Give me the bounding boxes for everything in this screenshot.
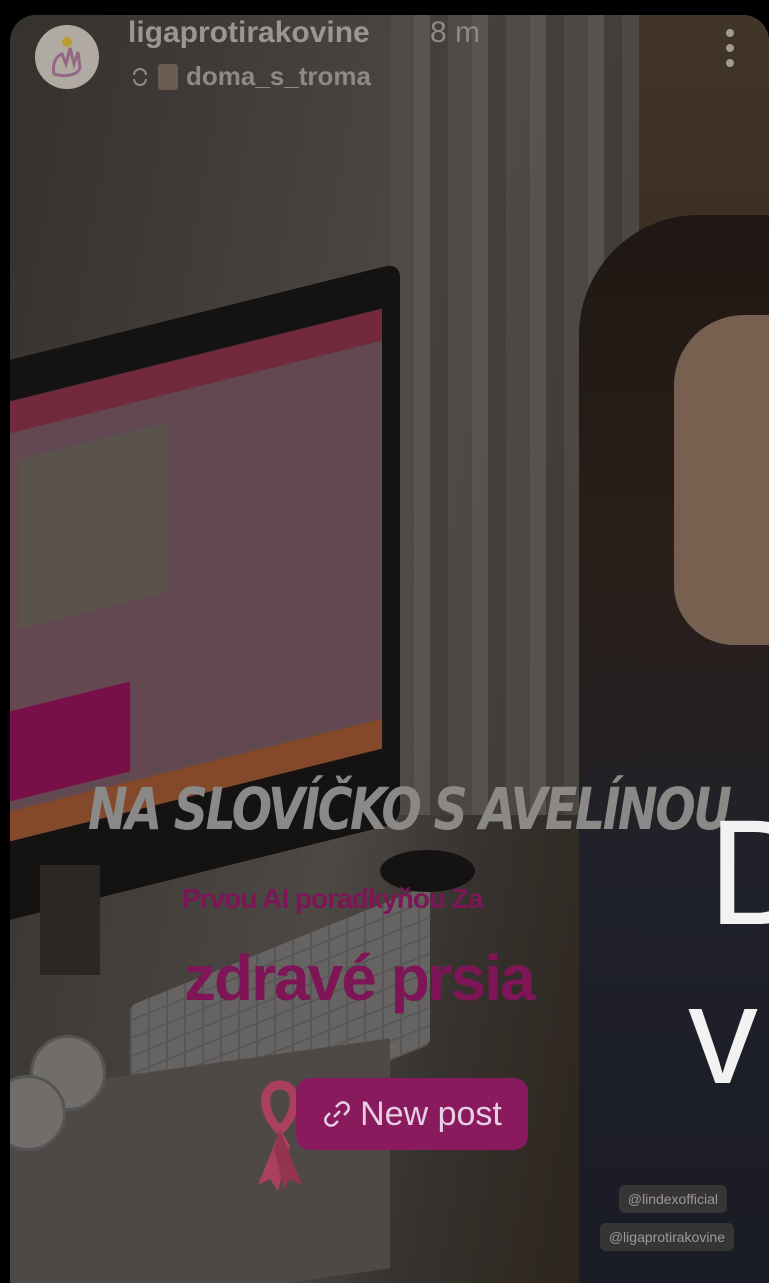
- story-headline: NA SLOVÍČKO S AVELÍNOU: [88, 775, 732, 843]
- cropped-caption-letter: D: [708, 788, 769, 956]
- repost-avatar: [158, 63, 178, 90]
- story-subtitle-line1: Prvou AI poradkyňou Za: [182, 883, 484, 914]
- hand-logo-icon: [52, 37, 82, 78]
- mention-tag-lindexofficial[interactable]: @lindexofficial: [618, 1185, 727, 1213]
- story-subtitle-line2: zdravé prsia: [184, 942, 536, 1014]
- repost-username: doma_s_troma: [186, 61, 371, 91]
- new-post-button[interactable]: New post: [296, 1078, 528, 1150]
- new-post-label: New post: [360, 1094, 502, 1133]
- mention-tag-ligaprotirakovine[interactable]: @ligaprotirakovine: [599, 1223, 734, 1251]
- profile-avatar[interactable]: [35, 25, 99, 89]
- repost-row[interactable]: doma_s_troma: [130, 61, 371, 92]
- more-options-icon[interactable]: [725, 29, 735, 67]
- cropped-caption-letter: v: [688, 956, 758, 1113]
- link-icon: [324, 1101, 351, 1127]
- post-time: 8 m: [430, 16, 481, 49]
- repost-icon: [133, 67, 147, 86]
- username[interactable]: ligaprotirakovine: [128, 16, 370, 50]
- story-frame[interactable]: ligaprotirakovine 8 m doma_s_troma NA SL…: [10, 15, 769, 1283]
